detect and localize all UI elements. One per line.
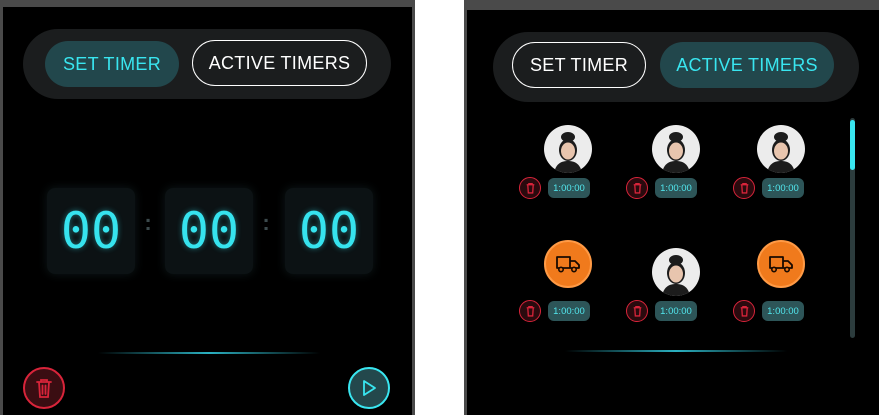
timer-time-chip[interactable]: 1:00:00 [548,178,590,198]
tab-bar: SET TIMER ACTIVE TIMERS [493,32,859,102]
timer-card[interactable]: 1:00:00 [515,125,625,215]
timer-time-chip[interactable]: 1:00:00 [548,301,590,321]
timer-card[interactable]: 1:00:00 [515,240,625,330]
divider-glow-line [98,352,320,354]
truck-icon [556,256,580,273]
delete-button[interactable] [23,367,65,409]
hours-display[interactable]: 00 [47,188,135,274]
timer-time-chip[interactable]: 1:00:00 [655,178,697,198]
minutes-display[interactable]: 00 [165,188,253,274]
person-avatar [652,248,700,296]
trash-icon [526,182,534,194]
tab-set-timer[interactable]: SET TIMER [45,41,179,87]
trash-icon [740,182,748,194]
time-separator: : [262,210,270,235]
trash-icon [740,305,748,317]
tab-active-timers[interactable]: ACTIVE TIMERS [192,40,367,86]
truck-avatar [757,240,805,288]
timer-card[interactable]: 1:00:00 [622,240,732,330]
person-avatar [652,125,700,173]
delete-timer-button[interactable] [519,300,541,322]
truck-avatar [544,240,592,288]
tab-active-timers[interactable]: ACTIVE TIMERS [660,42,834,88]
scrollbar-thumb[interactable] [850,120,855,170]
timer-card[interactable]: 1:00:00 [729,240,839,330]
delete-timer-button[interactable] [626,177,648,199]
trash-icon [526,305,534,317]
delete-timer-button[interactable] [733,177,755,199]
timer-time-chip[interactable]: 1:00:00 [762,301,804,321]
delete-timer-button[interactable] [733,300,755,322]
seconds-display[interactable]: 00 [285,188,373,274]
start-timer-button[interactable] [348,367,390,409]
delete-timer-button[interactable] [626,300,648,322]
tab-set-timer[interactable]: SET TIMER [512,42,646,88]
divider-glow-line [565,350,787,352]
play-icon [363,380,376,396]
timer-time-chip[interactable]: 1:00:00 [655,301,697,321]
delete-timer-button[interactable] [519,177,541,199]
trash-icon [36,379,52,398]
active-timers-screen: SET TIMER ACTIVE TIMERS 1:00:00 1:00:00 … [464,0,879,415]
truck-icon [769,256,793,273]
set-timer-screen: SET TIMER ACTIVE TIMERS 00 : 00 : 00 [0,0,415,415]
tab-bar: SET TIMER ACTIVE TIMERS [23,29,391,99]
timer-card[interactable]: 1:00:00 [729,125,839,215]
timer-card[interactable]: 1:00:00 [622,125,732,215]
person-avatar [757,125,805,173]
timer-time-chip[interactable]: 1:00:00 [762,178,804,198]
trash-icon [633,182,641,194]
trash-icon [633,305,641,317]
time-separator: : [144,210,152,235]
person-avatar [544,125,592,173]
